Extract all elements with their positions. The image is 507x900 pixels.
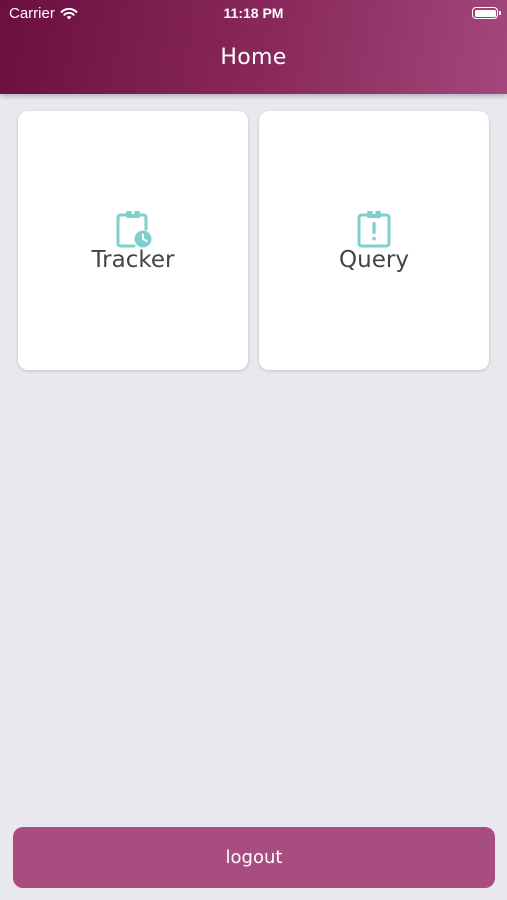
query-label: Query [339, 246, 409, 273]
logout-label: logout [225, 847, 283, 868]
status-bar: Carrier 11:18 PM [0, 0, 507, 28]
battery-nub [499, 11, 501, 15]
app-bar: Carrier 11:18 PM Home [0, 0, 507, 94]
logout-button[interactable]: logout [13, 827, 495, 888]
tracker-label: Tracker [91, 246, 175, 273]
battery-level-fill [474, 9, 496, 17]
clipboard-clock-icon [116, 210, 152, 247]
battery-icon [472, 7, 501, 19]
clipboard-alert-icon [357, 210, 391, 247]
query-tile[interactable]: Query [259, 111, 489, 370]
page-title: Home [220, 45, 287, 70]
status-time: 11:18 PM [223, 5, 284, 21]
tracker-tile[interactable]: Tracker [18, 111, 248, 370]
